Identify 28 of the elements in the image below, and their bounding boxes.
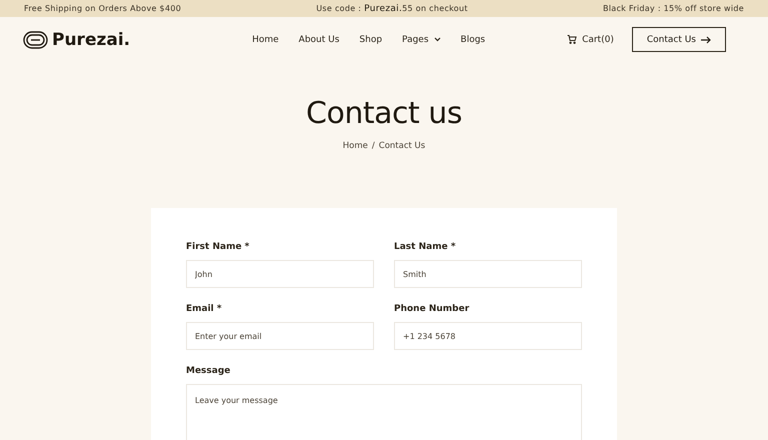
nav-link[interactable]: Pages — [402, 34, 441, 44]
logo-icon — [23, 30, 48, 48]
nav-link[interactable]: Shop — [359, 34, 382, 44]
breadcrumb-item: Contact Us — [378, 141, 426, 151]
cart-icon — [567, 35, 578, 44]
announcement-text: Free Shipping on Orders Above $400 — [24, 4, 182, 13]
cart-link[interactable]: Cart(0) — [567, 34, 614, 44]
chevron-down-icon — [434, 37, 441, 42]
field-label: Phone Number — [394, 304, 470, 314]
input-field[interactable]: Enter your email — [186, 322, 374, 350]
nav-link[interactable]: Home — [252, 34, 279, 44]
announcement-text: Black Friday : 15% off store wide — [602, 4, 744, 13]
contact-us-button[interactable]: Contact Us — [632, 27, 726, 52]
breadcrumb-separator: / — [372, 141, 375, 151]
input-field[interactable]: +1 234 5678 — [394, 322, 582, 350]
field-label: Message — [186, 366, 232, 376]
announcement-text: Use code : Purezai.55 on checkout — [316, 4, 468, 14]
nav-link[interactable]: About Us — [298, 34, 340, 44]
breadcrumb-item[interactable]: Home — [342, 141, 368, 151]
arrow-right-icon — [701, 36, 711, 44]
field-label: Email * — [186, 304, 223, 314]
message-field[interactable]: Leave your message — [186, 384, 582, 440]
field-label: First Name * — [186, 242, 250, 252]
logo-text: Purezai. — [52, 30, 130, 50]
input-field[interactable]: Smith — [394, 260, 582, 288]
page-title: Contact us — [306, 96, 462, 131]
nav-link[interactable]: Blogs — [460, 34, 486, 44]
field-label: Last Name * — [394, 242, 457, 252]
